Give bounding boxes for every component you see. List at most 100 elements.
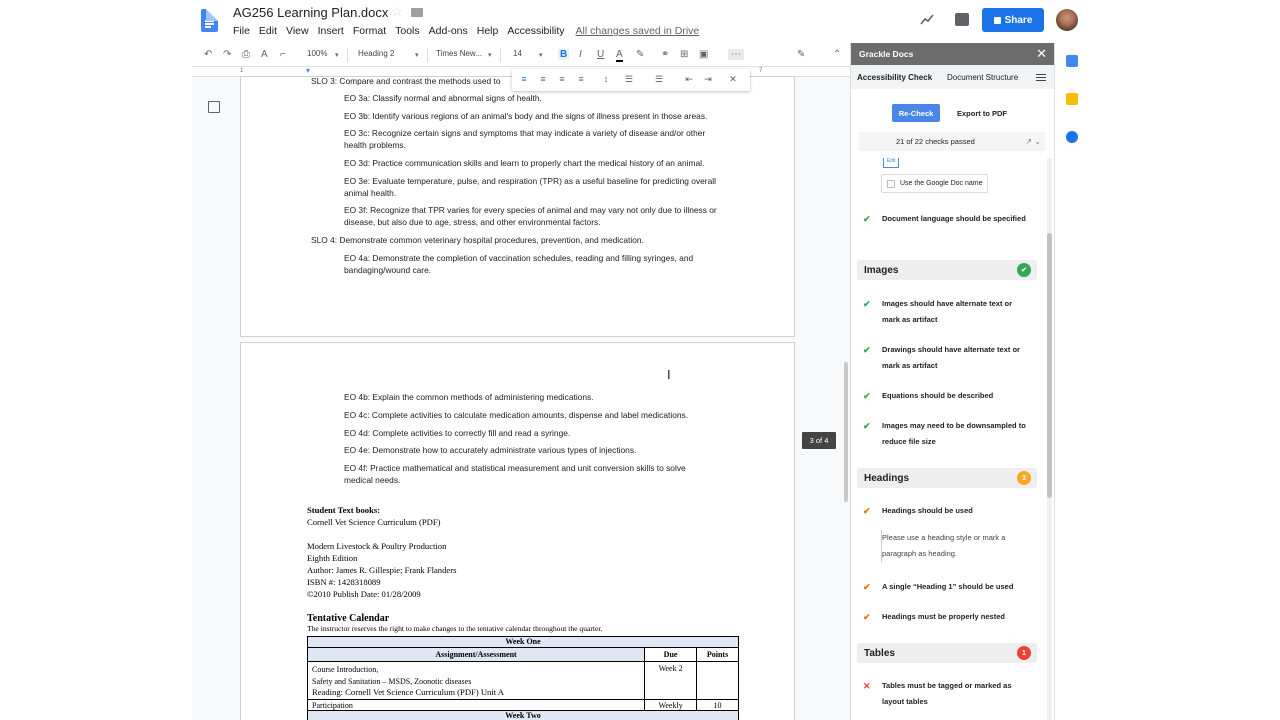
spellcheck-icon[interactable]: A — [261, 49, 268, 60]
textbook-line: Eighth Edition — [307, 553, 358, 563]
recheck-button[interactable]: Re-Check — [892, 104, 940, 122]
document-page[interactable]: SLO 3: Compare and contrast the methods … — [241, 76, 794, 336]
edit-stub[interactable]: Edit — [883, 158, 899, 168]
check-item[interactable]: ✔ Document language should be specified — [863, 211, 1026, 228]
save-status[interactable]: All changes saved in Drive — [576, 25, 700, 37]
check-item[interactable]: ✔ Headings should be used — [863, 503, 973, 520]
table-cell: Participation — [306, 698, 646, 711]
textbook-line: Cornell Vet Science Curriculum (PDF) — [307, 517, 441, 527]
style-select[interactable]: Heading 2 — [358, 49, 394, 58]
floating-format-toolbar: ≡ ≡ ≡ ≡ ↕ ☰ ☰ ⇤ ⇥ ✕ — [512, 69, 750, 91]
keep-icon[interactable] — [1066, 93, 1078, 105]
section-tables[interactable]: Tables 1 — [857, 643, 1037, 663]
menu-addons[interactable]: Add-ons — [429, 25, 468, 37]
menu-help[interactable]: Help — [477, 25, 499, 37]
add-comment-icon[interactable]: ⊞ — [680, 49, 688, 60]
check-item[interactable]: ✔ Drawings should have alternate text or … — [863, 342, 1020, 370]
document-scrollbar[interactable] — [844, 362, 848, 502]
warning-count-badge: 3 — [1017, 471, 1031, 485]
menu-insert[interactable]: Insert — [318, 25, 344, 37]
comment-icon[interactable] — [955, 13, 969, 26]
decrease-indent-icon[interactable]: ⇤ — [684, 74, 694, 84]
checks-list[interactable]: Edit Use the Google Doc name ✔ Document l… — [851, 158, 1047, 720]
avatar[interactable] — [1056, 9, 1078, 31]
collapse-icon[interactable]: ⌃ — [833, 49, 841, 60]
check-item[interactable]: ✔ Headings must be properly nested — [863, 609, 1005, 626]
use-doc-name-option[interactable]: Use the Google Doc name — [881, 174, 988, 193]
section-headings[interactable]: Headings 3 — [857, 468, 1037, 488]
formatting-toolbar: ↶ ↷ ⎙ A ⌐ 100% ▾ Heading 2 ▾ Times New..… — [192, 43, 850, 67]
menu-tools[interactable]: Tools — [395, 25, 420, 37]
table-cell: Points — [696, 647, 739, 662]
sidebar-scrollbar[interactable] — [1047, 158, 1052, 720]
insert-image-icon[interactable]: ▣ — [699, 49, 708, 60]
check-item[interactable]: ✕ Tables must be tagged or marked as layo… — [863, 678, 1012, 706]
bulleted-list-icon[interactable]: ☰ — [654, 74, 664, 84]
more-icon[interactable]: ⋯ — [728, 49, 744, 60]
export-pdf-button[interactable]: Export to PDF — [952, 104, 1012, 122]
italic-icon[interactable]: I — [579, 49, 582, 60]
document-page[interactable]: EO 4b: Explain the common methods of adm… — [241, 343, 794, 720]
zoom-select[interactable]: 100% — [307, 49, 327, 58]
font-select[interactable]: Times New... — [436, 49, 482, 58]
undo-icon[interactable]: ↶ — [204, 49, 212, 60]
menu-edit[interactable]: Edit — [259, 25, 277, 37]
align-center-icon[interactable]: ≡ — [538, 74, 548, 84]
tab-accessibility-check[interactable]: Accessibility Check — [857, 73, 932, 82]
docs-logo-icon[interactable] — [201, 9, 218, 32]
check-item[interactable]: ✔ Equations should be described — [863, 388, 993, 405]
highlight-icon[interactable]: ✎ — [636, 49, 644, 60]
checkbox-icon[interactable] — [887, 179, 895, 188]
table-cell: Week 2 — [644, 661, 698, 700]
clear-formatting-icon[interactable]: ✕ — [728, 74, 738, 84]
text-color-icon[interactable]: A — [616, 49, 623, 62]
line-spacing-icon[interactable]: ↕ — [601, 74, 611, 84]
menu-icon[interactable] — [1036, 74, 1046, 81]
paint-format-icon[interactable]: ⌐ — [280, 49, 286, 60]
document-canvas[interactable]: SLO 3: Compare and contrast the methods … — [192, 76, 850, 720]
calendar-icon[interactable] — [1066, 55, 1078, 67]
check-item[interactable]: ✔ Images should have alternate text or ma… — [863, 296, 1012, 324]
table-row: Assignment/Assessment Due Points — [306, 647, 739, 662]
textbook-line: ISBN #: 1428318089 — [307, 577, 381, 587]
share-expand-icon[interactable]: ↗ ⌄ — [1025, 137, 1041, 146]
share-button[interactable]: Share — [982, 8, 1044, 32]
menu-file[interactable]: File — [233, 25, 250, 37]
tab-document-structure[interactable]: Document Structure — [947, 73, 1018, 82]
align-left-icon[interactable]: ≡ — [519, 74, 529, 84]
activity-trend-icon[interactable] — [920, 13, 934, 25]
document-outline-icon[interactable] — [208, 101, 220, 113]
bold-icon[interactable]: B — [558, 49, 570, 60]
align-right-icon[interactable]: ≡ — [557, 74, 567, 84]
menu-accessibility[interactable]: Accessibility — [507, 25, 564, 37]
menu-format[interactable]: Format — [353, 25, 386, 37]
section-images[interactable]: Images ✔ — [857, 260, 1037, 280]
chevron-down-icon: ▾ — [335, 52, 339, 59]
increase-indent-icon[interactable]: ⇥ — [703, 74, 713, 84]
redo-icon[interactable]: ↷ — [223, 49, 231, 60]
link-icon[interactable]: ⚭ — [661, 49, 669, 60]
check-item[interactable]: ✔ A single “Heading 1” should be used — [863, 579, 1013, 596]
check-item[interactable]: ✔ Images may need to be downsampled to re… — [863, 418, 1026, 446]
textbooks-heading: Student Text books: — [307, 505, 381, 515]
folder-icon[interactable] — [411, 8, 423, 17]
tasks-icon[interactable] — [1066, 131, 1078, 143]
star-icon[interactable]: ☆ — [391, 4, 403, 20]
numbered-list-icon[interactable]: ☰ — [624, 74, 634, 84]
font-size-select[interactable]: 14 — [513, 49, 522, 58]
close-icon[interactable]: ✕ — [1036, 46, 1047, 62]
editing-mode-icon[interactable]: ✎ — [797, 49, 805, 60]
check-icon: ✔ — [863, 214, 871, 224]
calendar-table[interactable]: Week One Assignment/Assessment Due Point… — [306, 636, 739, 720]
underline-icon[interactable]: U — [597, 49, 604, 60]
side-panel-rail — [1054, 43, 1088, 720]
print-icon[interactable]: ⎙ — [242, 49, 250, 60]
scrollbar-thumb[interactable] — [1047, 233, 1052, 498]
share-label: Share — [1004, 14, 1033, 26]
eo-line: EO 4a: Demonstrate the completion of vac… — [344, 253, 694, 263]
justify-icon[interactable]: ≡ — [576, 74, 586, 84]
menu-view[interactable]: View — [286, 25, 309, 37]
indent-marker-icon[interactable]: ▾ — [306, 66, 310, 75]
document-title[interactable]: AG256 Learning Plan.docx — [233, 5, 388, 20]
google-docs-window: AG256 Learning Plan.docx ☆ File Edit Vie… — [192, 0, 1088, 720]
